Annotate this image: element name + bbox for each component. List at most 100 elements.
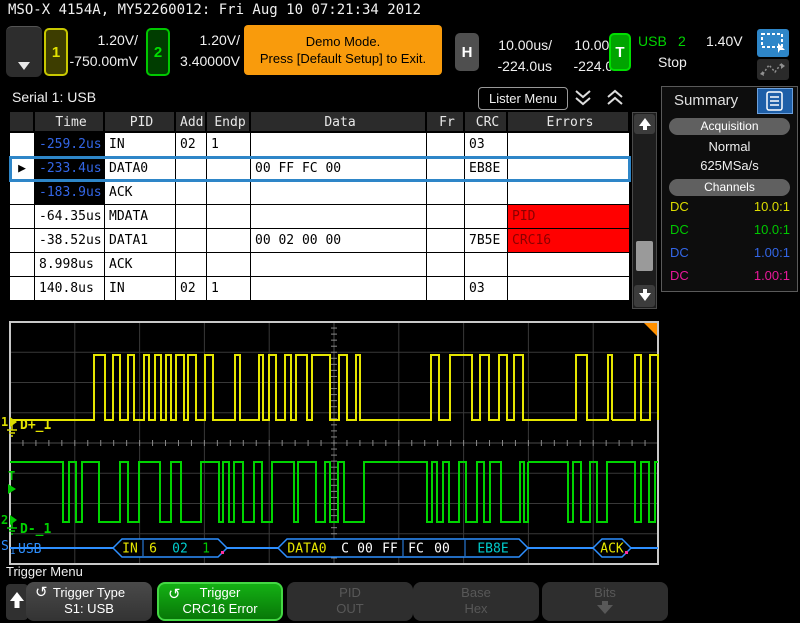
trigger-level-marker[interactable]: T [8,469,15,483]
tab-summary[interactable]: Summary [674,92,738,109]
softkey-value: Hex [413,601,539,617]
trace-label-d-minus: D-_1 [20,522,51,537]
channel-1-ground-marker[interactable]: 1 [1,415,8,429]
cell-data [251,205,427,229]
cell-crc [465,205,508,229]
cell-crc: EB8E [465,157,508,181]
scroll-up-button[interactable] [634,114,655,134]
cell-pid: ACK [105,253,176,277]
cell-errors: PID [508,205,630,229]
chevron-down-icon [18,62,30,70]
bus-label: USB [18,542,42,557]
summary-panel: Summary Acquisition Normal 625MSa/s Chan… [661,86,798,292]
selection-rect-icon [757,29,789,57]
channel-1-button[interactable]: 1 [44,28,68,76]
scroll-down-button[interactable] [634,285,655,307]
cell-time: -38.52us [35,229,105,253]
channel-probe-ratio: 1.00:1 [754,268,790,283]
column-header: Data [251,112,427,133]
channels-header: Channels [669,179,790,196]
channel-summary-row: DC10.0:1 [670,199,790,214]
demo-mode-banner: Demo Mode. Press [Default Setup] to Exit… [244,25,442,75]
cell-addr: 02 [176,277,207,301]
decode-field: ACK [600,542,624,557]
lister-table: TimePIDAddrEndpDataFrCRCErrors-259.2usIN… [10,112,630,301]
cell-data [251,253,427,277]
serial-bus-marker[interactable]: S [1,539,9,554]
softkey-label: Bits [542,585,668,601]
cell-addr [176,205,207,229]
cell-addr [176,157,207,181]
arrow-down-icon [542,601,668,617]
table-row[interactable]: 140.8usIN02103 [10,277,630,301]
channel-probe-ratio: 1.00:1 [754,245,790,260]
softkey-value: OUT [287,601,413,617]
cell-time: -233.4us [35,157,105,181]
cell-data [251,181,427,205]
softkey-trigger[interactable]: ↺TriggerCRC16 Error [157,582,283,621]
cell-endp: 1 [207,133,251,157]
run-state: Stop [658,54,687,70]
serial-bus-title: Serial 1: USB [12,89,96,105]
channel-probe-ratio: 10.0:1 [754,199,790,214]
column-header: Fr [427,112,465,133]
decode-field: 1 [202,542,210,557]
title-bar: MSO-X 4154A, MY52260012: Fri Aug 10 07:2… [8,2,421,18]
column-header: Addr [176,112,207,133]
lister-collapse-button[interactable] [572,88,594,108]
table-row[interactable]: 8.998usACK [10,253,630,277]
cell-errors [508,157,630,181]
channel-2-scale: 1.20V/ [170,30,240,51]
menu-back-button[interactable] [6,584,28,620]
softkey-trigger-type[interactable]: ↺Trigger TypeS1: USB [26,582,152,621]
column-header: Errors [508,112,630,133]
table-row[interactable]: -38.52usDATA100 02 00 007B5ECRC16 [10,229,630,253]
table-row[interactable]: -259.2usIN02103 [10,133,630,157]
channel-2-readout: 1.20V/ 3.40000V [170,30,240,72]
channel-summary-row: DC10.0:1 [670,222,790,237]
panel-menu-button[interactable] [757,88,793,114]
table-row[interactable]: -183.9usACK [10,181,630,205]
channel-coupling: DC [670,245,689,260]
trace-label-d-plus: D+_1 [20,418,51,433]
table-row[interactable]: -64.35usMDATAPID [10,205,630,229]
trigger-button[interactable]: T [609,33,631,71]
ground-icon [7,523,17,534]
main-menu-button[interactable] [6,26,42,77]
channel-1-offset: -750.00mV [68,51,138,72]
lister-scrollbar[interactable] [632,112,657,309]
horizontal-button[interactable]: H [455,33,479,71]
decode-field: 6 [149,542,157,557]
sample-rate: 625MSa/s [662,158,797,173]
cell-addr [176,181,207,205]
lister-menu-button[interactable]: Lister Menu [478,87,568,110]
cell-errors: CRC16 [508,229,630,253]
row-cursor-cell [10,133,35,157]
channel-coupling: DC [670,222,689,237]
decode-field: 00 [434,542,450,557]
decode-field: IN [122,542,138,557]
cell-fr [427,133,465,157]
decode-marker-dot [221,551,224,554]
table-row[interactable]: ▶-233.4usDATA000 FF FC 00EB8E [10,157,630,181]
arrow-down-icon [639,293,651,301]
decode-field: FF [382,542,398,557]
cell-errors [508,277,630,301]
cell-data [251,133,427,157]
channel-coupling: DC [670,268,689,283]
waveform-drag-button[interactable] [757,59,789,80]
cell-time: 140.8us [35,277,105,301]
row-cursor-arrow-icon: ▶ [10,157,35,181]
scrollbar-thumb[interactable] [636,241,653,271]
region-select-button[interactable] [757,29,789,57]
channel-2-button[interactable]: 2 [146,28,170,76]
acquisition-header: Acquisition [669,118,790,135]
row-cursor-cell [10,181,35,205]
waveform-display: D+_1D-_1IN6021DATA0C00FFFC00EB8EACKUSB1T… [0,314,660,566]
channel-2-ground-marker[interactable]: 2 [1,513,8,527]
lister-expand-button[interactable] [604,88,626,108]
decode-marker-dot [625,551,628,554]
cell-endp [207,157,251,181]
row-cursor-cell [10,205,35,229]
cell-fr [427,253,465,277]
